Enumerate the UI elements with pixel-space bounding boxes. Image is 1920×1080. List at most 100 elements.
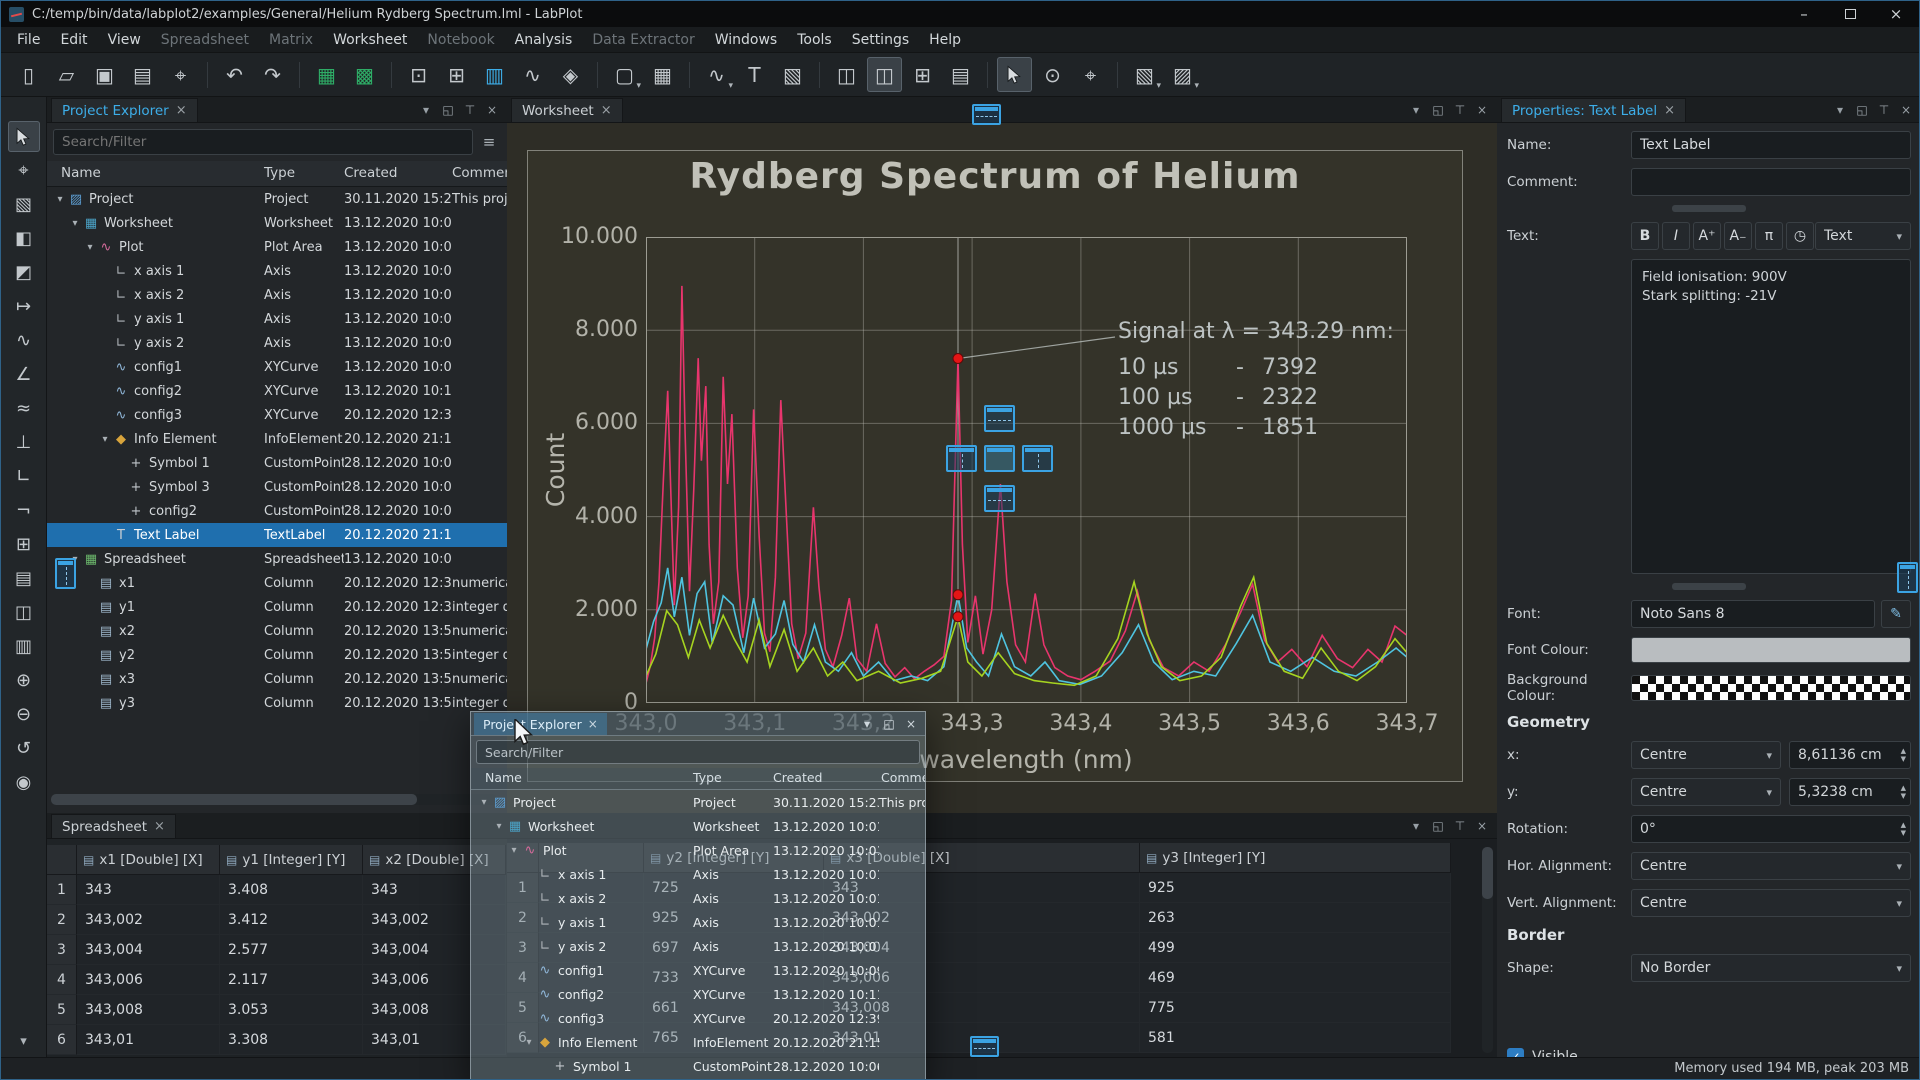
- smooth-tool-button[interactable]: ≈: [8, 393, 40, 424]
- menu-edit[interactable]: Edit: [50, 29, 97, 51]
- row-number[interactable]: 5: [47, 995, 77, 1025]
- tree-row[interactable]: ∟x axis 2Axis13.12.2020 10:01: [47, 283, 507, 307]
- bold-button[interactable]: B: [1631, 222, 1659, 250]
- cell[interactable]: 2.117: [220, 965, 363, 995]
- dock-menu-button[interactable]: ▾: [1829, 100, 1851, 120]
- background-color-swatch[interactable]: [1631, 675, 1911, 701]
- vertical-scrollbar[interactable]: [1482, 847, 1493, 1053]
- column-header-name[interactable]: Name: [61, 165, 101, 181]
- axis-tool-button[interactable]: ∟: [8, 461, 40, 492]
- spin-arrows-icon[interactable]: ▲▼: [1901, 747, 1906, 764]
- superscript-button[interactable]: A⁺: [1693, 222, 1721, 250]
- hor-alignment-combo[interactable]: Centre ▾: [1631, 852, 1911, 880]
- dock-menu-button[interactable]: ▾: [1405, 816, 1427, 836]
- extract-curve-button[interactable]: ∿: [515, 57, 550, 92]
- new-plot-button[interactable]: ∿▾: [699, 57, 734, 92]
- floating-search-input[interactable]: Search/Filter: [476, 740, 920, 764]
- tree-row[interactable]: ∟y axis 2Axis13.12.2020 10:01: [471, 934, 925, 958]
- plot-title[interactable]: Rydberg Spectrum of Helium: [527, 156, 1463, 197]
- menu-view[interactable]: View: [98, 29, 151, 51]
- tree-row[interactable]: ∟x axis 1Axis13.12.2020 10:01: [471, 862, 925, 886]
- vert-alignment-combo[interactable]: Centre ▾: [1631, 889, 1911, 917]
- cell[interactable]: 343,006: [77, 965, 220, 995]
- dock-float-button[interactable]: ◱: [1427, 100, 1449, 120]
- cell[interactable]: 3.053: [220, 995, 363, 1025]
- select-x-region-tool-button[interactable]: ◧: [8, 223, 40, 254]
- print-preview-button[interactable]: ⌖: [163, 57, 198, 92]
- tree-row[interactable]: ∿config2XYCurve13.12.2020 10:11: [471, 982, 925, 1006]
- comment-field[interactable]: [1631, 168, 1911, 196]
- column-header-name[interactable]: Name: [485, 770, 522, 785]
- scrollbar-handle[interactable]: [51, 794, 417, 805]
- tree-row[interactable]: ▤x3Column20.12.2020 13:56numerical: [47, 667, 507, 691]
- add-image-button[interactable]: ▧: [775, 57, 810, 92]
- dock-close-button[interactable]: ×: [1471, 816, 1493, 836]
- print-button[interactable]: ▤: [125, 57, 160, 92]
- column-header-commen[interactable]: Commen: [452, 165, 513, 181]
- tree-row[interactable]: ∟y axis 1Axis13.12.2020 10:01: [471, 910, 925, 934]
- spin-arrows-icon[interactable]: ▲▼: [1901, 821, 1906, 838]
- cell[interactable]: 263: [1140, 903, 1451, 933]
- tree-row[interactable]: TText LabelTextLabel20.12.2020 21:13: [47, 523, 507, 547]
- rotation-spinbox[interactable]: 0° ▲▼: [1631, 815, 1911, 843]
- dock-pin-button[interactable]: ⊤: [459, 100, 481, 120]
- tab-close-icon[interactable]: ×: [154, 819, 165, 834]
- row-number[interactable]: 4: [47, 965, 77, 995]
- layout-horizontal-button[interactable]: ◫: [867, 57, 902, 92]
- menu-worksheet[interactable]: Worksheet: [323, 29, 417, 51]
- angle-tool-button[interactable]: ∠: [8, 359, 40, 390]
- columns-tool-button[interactable]: ▥: [8, 631, 40, 662]
- tree-row[interactable]: ∟y axis 1Axis13.12.2020 10:01: [47, 307, 507, 331]
- cell[interactable]: 343,008: [77, 995, 220, 1025]
- tree-row[interactable]: ▤y3Column20.12.2020 13:56integer da: [47, 691, 507, 715]
- maximize-button[interactable]: [1827, 1, 1873, 27]
- tab-spreadsheet[interactable]: Spreadsheet ×: [51, 814, 176, 838]
- search-input[interactable]: [53, 129, 473, 155]
- tree-row[interactable]: ▾▨ProjectProject30.11.2020 15:23This pro…: [47, 187, 507, 211]
- tree-row[interactable]: ▤y1Column20.12.2020 12:39integer da: [47, 595, 507, 619]
- row-number[interactable]: 1: [47, 875, 77, 905]
- menu-analysis[interactable]: Analysis: [505, 29, 583, 51]
- undo-button[interactable]: ↶: [217, 57, 252, 92]
- tree-row[interactable]: ▾▨ProjectProject30.11.2020 15:23This pro…: [471, 790, 925, 814]
- font-picker-icon[interactable]: ✎: [1881, 600, 1911, 628]
- dock-close-button[interactable]: ×: [481, 100, 503, 120]
- dock-pin-button[interactable]: ⊤: [1873, 100, 1895, 120]
- tree-row[interactable]: ∟y axis 2Axis13.12.2020 10:01: [47, 331, 507, 355]
- dock-float-button[interactable]: ◱: [1851, 100, 1873, 120]
- horizontal-scrollbar[interactable]: [51, 794, 497, 805]
- layout-grid-button[interactable]: ⊞: [905, 57, 940, 92]
- row-number[interactable]: 3: [47, 935, 77, 965]
- tree-row[interactable]: ∿config3XYCurve20.12.2020 12:39: [471, 1006, 925, 1030]
- cell[interactable]: 3.408: [220, 875, 363, 905]
- tree-row[interactable]: ▾▦WorksheetWorksheet13.12.2020 10:01: [47, 211, 507, 235]
- menu-notebook[interactable]: Notebook: [417, 29, 504, 51]
- toggle-properties-button[interactable]: ▩: [347, 57, 382, 92]
- tree-row[interactable]: ∿config3XYCurve20.12.2020 12:39: [47, 403, 507, 427]
- new-spreadsheet-button[interactable]: ▦: [645, 57, 680, 92]
- tree-row[interactable]: ▤x1Column20.12.2020 12:39numerical: [47, 571, 507, 595]
- tree-row[interactable]: ▾◆Info ElementInfoElement20.12.2020 21:1…: [471, 1030, 925, 1054]
- menu-data-extractor[interactable]: Data Extractor: [582, 29, 704, 51]
- navigate-mode-button[interactable]: ⌖: [1073, 57, 1108, 92]
- insert-datetime-button[interactable]: ◷: [1786, 222, 1814, 250]
- toggle-project-explorer-button[interactable]: ▦: [309, 57, 344, 92]
- curve-tool-button[interactable]: ∿: [8, 325, 40, 356]
- splitter-handle[interactable]: [1672, 205, 1746, 212]
- layout-break-button[interactable]: ▤: [943, 57, 978, 92]
- tab-close-icon[interactable]: ×: [176, 103, 187, 118]
- new-columns-button[interactable]: ▥: [477, 57, 512, 92]
- zoom-select-button[interactable]: ⊡: [401, 57, 436, 92]
- select-region-tool-button[interactable]: ▧: [8, 189, 40, 220]
- menu-windows[interactable]: Windows: [705, 29, 788, 51]
- cell[interactable]: 343,002: [77, 905, 220, 935]
- cell[interactable]: 469: [1140, 963, 1451, 993]
- dock-pin-button[interactable]: ⊤: [1449, 100, 1471, 120]
- layout-vertical-button[interactable]: ◫: [829, 57, 864, 92]
- menu-file[interactable]: File: [7, 29, 50, 51]
- cell[interactable]: 343,004: [77, 935, 220, 965]
- tree-row[interactable]: ▾▦SpreadsheetSpreadsheet13.12.2020 10:08: [47, 547, 507, 571]
- redo-button[interactable]: ↷: [255, 57, 290, 92]
- grid-tool-button[interactable]: ⊞: [8, 529, 40, 560]
- floating-project-explorer[interactable]: Project Explorer × ▾ ◱ × Search/Filter N…: [470, 711, 926, 1080]
